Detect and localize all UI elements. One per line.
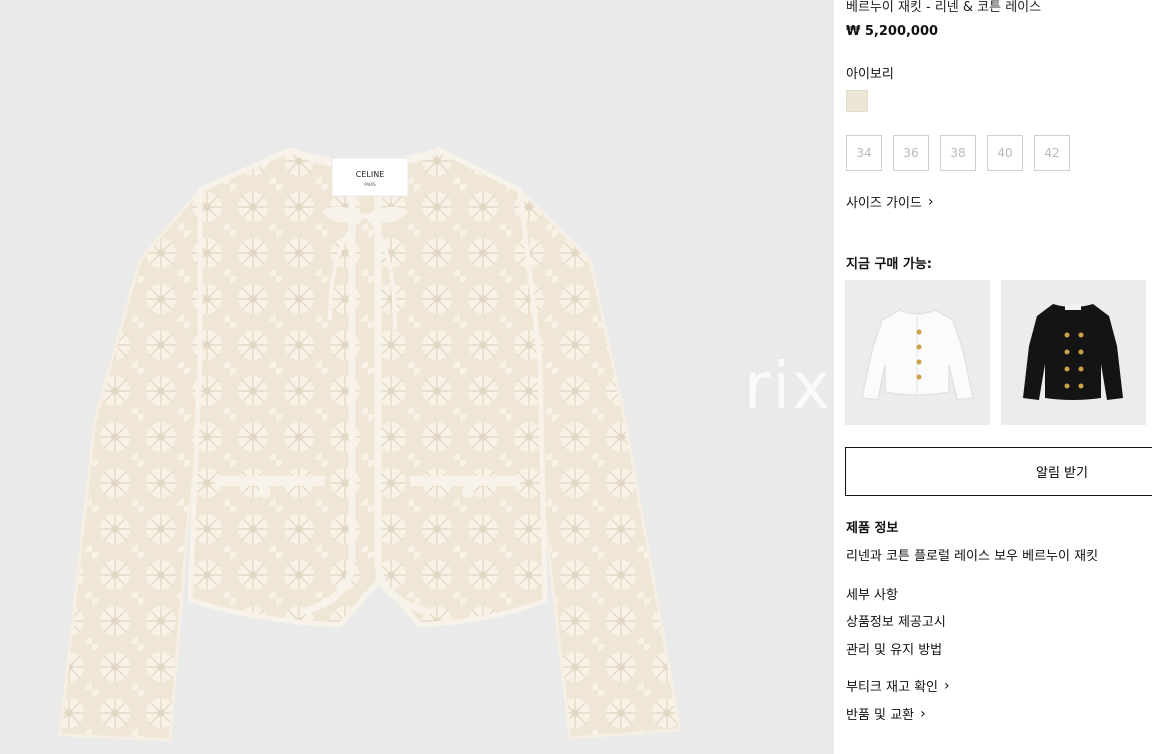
- brand-label-text: CELINE: [356, 170, 385, 179]
- product-price: ₩ 5,200,000: [846, 24, 939, 39]
- boutique-stock-link[interactable]: 부티크 재고 확인 ›: [846, 676, 950, 696]
- chevron-right-icon: ›: [927, 193, 934, 210]
- size-option-34[interactable]: 34: [846, 135, 882, 171]
- returns-link[interactable]: 반품 및 교환 ›: [846, 704, 926, 724]
- details-link[interactable]: 세부 사항: [846, 584, 898, 603]
- product-thumbnail-white-jacket[interactable]: [845, 280, 990, 425]
- size-option-36[interactable]: 36: [893, 135, 929, 171]
- chevron-right-icon: ›: [944, 677, 950, 694]
- notify-me-button[interactable]: 알림 받기: [845, 447, 1152, 496]
- size-guide-label: 사이즈 가이드: [846, 196, 922, 211]
- white-jacket-image: [861, 309, 974, 401]
- chevron-right-icon: ›: [920, 705, 926, 722]
- product-thumbnail-black-jacket[interactable]: [1001, 280, 1146, 425]
- available-products: [845, 280, 1146, 425]
- color-name: 아이보리: [846, 67, 894, 82]
- product-info-heading: 제품 정보: [846, 521, 899, 536]
- returns-label: 반품 및 교환: [846, 708, 915, 723]
- product-image[interactable]: CELINE PARIS rixx: [0, 0, 834, 754]
- product-title: 베르누이 재킷 - 리넨 & 코튼 레이스: [846, 0, 1042, 15]
- care-link[interactable]: 관리 및 유지 방법: [846, 639, 942, 658]
- size-guide-link[interactable]: 사이즈 가이드 ›: [846, 192, 934, 212]
- care-label: 관리 및 유지 방법: [846, 643, 943, 658]
- size-option-40[interactable]: 40: [987, 135, 1023, 171]
- product-details-panel: 베르누이 재킷 - 리넨 & 코튼 레이스 ₩ 5,200,000 아이보리 3…: [834, 0, 1152, 754]
- boutique-stock-label: 부티크 재고 확인: [846, 680, 938, 695]
- color-swatch-ivory[interactable]: [846, 90, 868, 112]
- jacket-illustration: CELINE PARIS: [58, 146, 682, 742]
- brand-label-subtext: PARIS: [364, 182, 376, 187]
- product-notice-link[interactable]: 상품정보 제공고시: [846, 611, 946, 630]
- black-jacket-image: [1023, 304, 1123, 400]
- details-label: 세부 사항: [846, 588, 898, 603]
- product-notice-label: 상품정보 제공고시: [846, 615, 946, 630]
- size-option-42[interactable]: 42: [1034, 135, 1070, 171]
- size-selector: 34 36 38 40 42: [846, 135, 1070, 171]
- size-option-38[interactable]: 38: [940, 135, 976, 171]
- available-now-heading: 지금 구매 가능:: [846, 257, 933, 272]
- product-info-description: 리넨과 코튼 플로럴 레이스 보우 베르누이 재킷: [846, 549, 1099, 564]
